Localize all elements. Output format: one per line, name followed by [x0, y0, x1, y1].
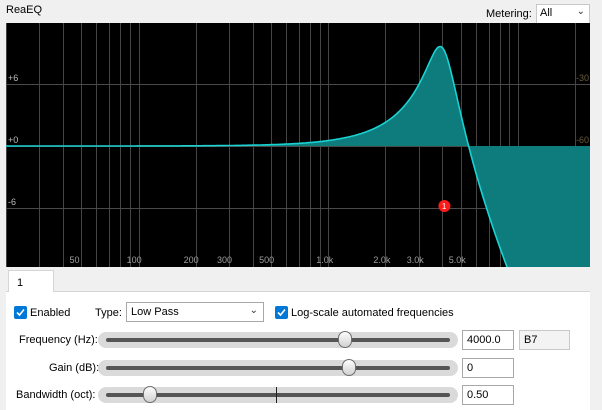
band-node-label: 1 — [442, 202, 447, 211]
frequency-tick-label: 3.0k — [407, 255, 425, 265]
frequency-tick-label: 200 — [184, 255, 199, 265]
frequency-tick-label: 500 — [259, 255, 274, 265]
metering-dropdown[interactable]: All ⌄ — [536, 4, 590, 24]
frequency-slider-track — [106, 338, 450, 342]
metering-value: All — [540, 7, 553, 19]
type-label: Type: — [95, 307, 122, 319]
frequency-tick-label: 50 — [69, 255, 79, 265]
eq-response-fill — [6, 46, 590, 267]
db-tick-label: +6 — [8, 73, 18, 83]
db-tick-label: +0 — [8, 135, 18, 145]
meter-tick-label: -30 — [576, 73, 589, 83]
frequency-tick-label: 2.0k — [373, 255, 391, 265]
enabled-checkbox[interactable] — [14, 306, 27, 319]
enabled-label: Enabled — [30, 307, 71, 319]
eq-graph[interactable]: 501002003005001.0k2.0k3.0k5.0k10.0k20.0k… — [6, 23, 590, 267]
bandwidth-input[interactable]: 0.50 — [462, 385, 514, 405]
bandwidth-label: Bandwidth (oct): — [16, 389, 96, 401]
filter-type-dropdown[interactable]: Low Pass ⌄ — [126, 302, 264, 322]
window-title: ReaEQ — [6, 4, 43, 16]
bandwidth-slider-track — [106, 393, 450, 397]
logscale-label: Log-scale automated frequencies — [291, 307, 454, 319]
meter-tick-label: -60 — [576, 135, 589, 145]
bandwidth-center-mark — [276, 387, 277, 403]
frequency-tick-label: 5.0k — [449, 255, 467, 265]
gain-input[interactable]: 0 — [462, 358, 514, 378]
frequency-label: Frequency (Hz): — [19, 334, 98, 346]
db-tick-label: -6 — [8, 197, 16, 207]
frequency-tick-label: 1.0k — [316, 255, 334, 265]
bandwidth-slider-thumb[interactable] — [143, 386, 157, 403]
band-settings-panel: Enabled Type: Low Pass ⌄ Log-scale autom… — [6, 292, 590, 410]
filter-type-value: Low Pass — [131, 306, 179, 318]
frequency-slider-thumb[interactable] — [338, 331, 352, 348]
gain-slider-thumb[interactable] — [342, 359, 356, 376]
tab-band-1[interactable]: 1 — [8, 270, 54, 293]
frequency-tick-label: 100 — [127, 255, 142, 265]
logscale-checkbox[interactable] — [275, 306, 288, 319]
gain-slider-track — [106, 366, 450, 370]
gain-label: Gain (dB): — [49, 362, 100, 374]
frequency-tick-label: 300 — [217, 255, 232, 265]
band-tab-strip: 1 — [6, 268, 590, 293]
metering-label: Metering: — [486, 8, 532, 20]
frequency-input[interactable]: 4000.0 — [462, 330, 514, 350]
chevron-down-icon: ⌄ — [249, 305, 258, 316]
chevron-down-icon: ⌄ — [576, 6, 585, 17]
frequency-note: B7 — [519, 330, 570, 350]
